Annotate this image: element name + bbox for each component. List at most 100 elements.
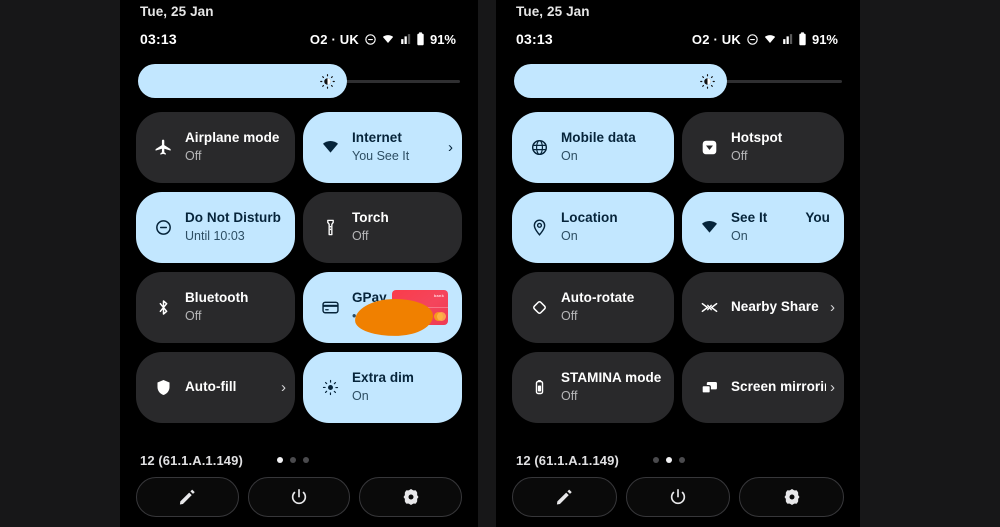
tile-label: Location xyxy=(561,210,618,226)
tile-text: Bluetooth Off xyxy=(185,290,286,324)
page-dot[interactable] xyxy=(665,457,672,463)
chevron-right-icon[interactable]: › xyxy=(448,139,453,156)
wifi-icon xyxy=(318,138,342,157)
settings-button[interactable] xyxy=(359,477,463,517)
tile-stamina-mode[interactable]: STAMINA mode Off xyxy=(512,352,674,423)
chevron-right-icon[interactable]: › xyxy=(281,379,286,396)
tile-label: Extra dim xyxy=(352,370,414,386)
tile-extra-dim[interactable]: Extra dim On xyxy=(303,352,462,423)
page-dot[interactable] xyxy=(652,457,659,463)
settings-button[interactable] xyxy=(739,477,845,517)
carrier-label: O2 · UK xyxy=(309,31,359,47)
pencil-icon xyxy=(554,487,574,507)
tile-text: Do Not Disturb Until 10:03 xyxy=(185,210,286,244)
panel-footer: 12 (61.1.A.1.149) xyxy=(132,443,466,527)
date-row: Tue, 25 Jan xyxy=(508,0,848,22)
auto-rotate-icon xyxy=(527,298,551,317)
brightness-fill[interactable] xyxy=(138,64,348,98)
page-dot[interactable] xyxy=(678,457,685,463)
tile-torch[interactable]: Torch Off xyxy=(303,192,462,263)
location-icon xyxy=(527,218,551,237)
brightness-icon xyxy=(319,73,336,90)
card-brand-label: bank xyxy=(433,293,444,298)
battery-percentage: 91% xyxy=(811,31,838,47)
quick-settings-panel-page-2: Tue, 25 Jan 03:13 O2 · UK 91% Mobile data On H… xyxy=(496,0,860,527)
page-indicator-dots[interactable] xyxy=(276,457,309,463)
tile-text: Extra dim On xyxy=(352,370,453,404)
tile-label-part-2: You xyxy=(805,210,830,226)
tile-label: Auto-rotate xyxy=(561,290,635,306)
tile-label: Nearby Share xyxy=(731,299,819,315)
tile-screen-mirroring[interactable]: Screen mirroring› xyxy=(682,352,844,423)
date-text: Tue, 25 Jan xyxy=(516,3,590,19)
gear-icon xyxy=(401,487,421,507)
brightness-slider[interactable] xyxy=(514,64,842,98)
tile-text: Location On xyxy=(561,210,665,244)
tile-label: Torch xyxy=(352,210,389,226)
power-button[interactable] xyxy=(625,477,731,517)
chevron-right-icon[interactable]: › xyxy=(830,379,835,396)
bluetooth-icon xyxy=(151,298,175,317)
tile-label: Auto-fill xyxy=(185,379,237,395)
globe-icon xyxy=(527,138,551,157)
tile-subtitle: Until 10:03 xyxy=(185,229,245,244)
brightness-fill[interactable] xyxy=(514,64,728,98)
wifi-icon xyxy=(697,218,721,237)
tile-bluetooth[interactable]: Bluetooth Off xyxy=(136,272,295,343)
shield-icon xyxy=(151,378,175,397)
date-row: Tue, 25 Jan xyxy=(132,0,466,22)
tile-text: See It You On xyxy=(731,210,835,244)
footer-action-row xyxy=(508,477,848,527)
tile-label: Bluetooth xyxy=(185,290,249,306)
tile-mobile-data[interactable]: Mobile data On xyxy=(512,112,674,183)
tile-text: Nearby Share xyxy=(731,299,826,315)
status-clock: 03:13 xyxy=(516,31,553,47)
tile-label: Internet xyxy=(352,130,402,146)
tile-do-not-disturb[interactable]: Do Not Disturb Until 10:03 xyxy=(136,192,295,263)
tile-gpay[interactable]: GPay••bank xyxy=(303,272,462,343)
tile-wifi[interactable]: See It You On xyxy=(682,192,844,263)
hotspot-icon xyxy=(697,138,721,157)
edit-tiles-button[interactable] xyxy=(512,477,617,517)
power-button[interactable] xyxy=(247,477,351,517)
status-dnd-icon xyxy=(364,33,377,46)
brightness-slider[interactable] xyxy=(138,64,460,98)
brightness-slider-row xyxy=(132,56,466,106)
tile-subtitle: On xyxy=(352,389,369,404)
status-signal-icon xyxy=(781,33,794,46)
page-dot[interactable] xyxy=(276,457,283,463)
tile-subtitle: On xyxy=(561,229,578,244)
tile-subtitle: Off xyxy=(561,389,578,404)
pencil-icon xyxy=(177,487,197,507)
tile-text: Hotspot Off xyxy=(731,130,835,164)
build-version-label: 12 (61.1.A.1.149) xyxy=(516,452,619,468)
tile-location[interactable]: Location On xyxy=(512,192,674,263)
power-icon xyxy=(668,487,688,507)
page-dot[interactable] xyxy=(289,457,296,463)
card-icon xyxy=(318,298,342,317)
quick-settings-comparison-screenshot: Tue, 25 Jan 03:13 O2 · UK 91% Airplane mode O… xyxy=(0,0,1000,527)
tile-subtitle: You See It xyxy=(352,149,410,164)
tile-hotspot[interactable]: Hotspot Off xyxy=(682,112,844,183)
tile-label: Mobile data xyxy=(561,130,636,146)
page-dot[interactable] xyxy=(302,457,309,463)
tile-label: Hotspot xyxy=(731,130,783,146)
tile-subtitle: On xyxy=(731,229,748,244)
tile-airplane-mode[interactable]: Airplane mode Off xyxy=(136,112,295,183)
screen-cast-icon xyxy=(697,378,721,397)
tile-text: Auto-rotate Off xyxy=(561,290,665,324)
page-indicator-dots[interactable] xyxy=(652,457,685,463)
tile-internet[interactable]: Internet You See It › xyxy=(303,112,462,183)
dnd-icon xyxy=(151,218,175,237)
status-bar: 03:13 O2 · UK 91% xyxy=(132,22,466,56)
status-wifi-icon xyxy=(381,33,395,46)
tile-auto-rotate[interactable]: Auto-rotate Off xyxy=(512,272,674,343)
edit-tiles-button[interactable] xyxy=(136,477,239,517)
footer-info-row: 12 (61.1.A.1.149) xyxy=(132,443,466,477)
chevron-right-icon[interactable]: › xyxy=(830,299,835,316)
tile-text: Screen mirroring xyxy=(731,379,826,395)
tile-subtitle: Off xyxy=(731,149,748,164)
status-indicators: O2 · UK 91% xyxy=(310,32,456,47)
tile-nearby-share[interactable]: Nearby Share › xyxy=(682,272,844,343)
tile-auto-fill[interactable]: Auto-fill › xyxy=(136,352,295,423)
